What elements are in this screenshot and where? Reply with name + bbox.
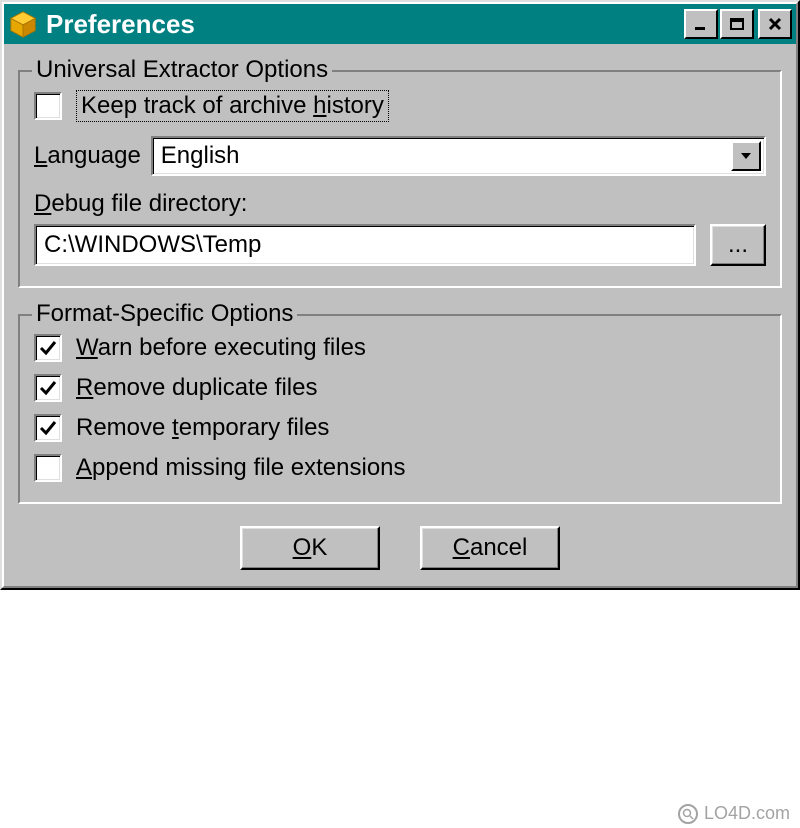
- label-remove-dup[interactable]: Remove duplicate files: [76, 374, 317, 402]
- checkbox-warn[interactable]: [34, 334, 62, 362]
- minimize-button[interactable]: [684, 9, 718, 39]
- checkbox-remove-dup[interactable]: [34, 374, 62, 402]
- preferences-window: Preferences Universal Extractor Options: [0, 0, 800, 590]
- group-universal-extractor: Universal Extractor Options Keep track o…: [18, 70, 782, 288]
- input-debug-dir[interactable]: C:\WINDOWS\Temp: [34, 224, 696, 266]
- window-title: Preferences: [46, 9, 682, 40]
- app-box-icon: [8, 9, 38, 39]
- row-remove-dup: Remove duplicate files: [34, 374, 766, 402]
- row-debug-dir: C:\WINDOWS\Temp ...: [34, 224, 766, 266]
- dialog-content: Universal Extractor Options Keep track o…: [4, 44, 796, 586]
- group-universal-legend: Universal Extractor Options: [32, 56, 332, 84]
- select-language-value: English: [161, 142, 240, 170]
- group-format-specific: Format-Specific Options Warn before exec…: [18, 314, 782, 504]
- row-remove-temp: Remove temporary files: [34, 414, 766, 442]
- titlebar: Preferences: [4, 4, 796, 44]
- label-keep-history[interactable]: Keep track of archive history: [76, 90, 389, 122]
- row-keep-history: Keep track of archive history: [34, 90, 766, 122]
- checkbox-append-ext[interactable]: [34, 454, 62, 482]
- watermark: LO4D.com: [678, 803, 790, 824]
- label-warn[interactable]: Warn before executing files: [76, 334, 366, 362]
- row-language: Language English: [34, 136, 766, 176]
- label-remove-temp[interactable]: Remove temporary files: [76, 414, 329, 442]
- row-debug-dir-label: Debug file directory:: [34, 190, 766, 218]
- browse-button[interactable]: ...: [710, 224, 766, 266]
- titlebar-buttons: [682, 9, 792, 39]
- close-button[interactable]: [758, 9, 792, 39]
- row-warn: Warn before executing files: [34, 334, 766, 362]
- row-append-ext: Append missing file extensions: [34, 454, 766, 482]
- checkbox-remove-temp[interactable]: [34, 414, 62, 442]
- magnifier-icon: [678, 804, 698, 824]
- ok-button[interactable]: OK: [240, 526, 380, 570]
- checkbox-keep-history[interactable]: [34, 92, 62, 120]
- watermark-text: LO4D.com: [704, 803, 790, 824]
- select-language[interactable]: English: [151, 136, 766, 176]
- label-append-ext[interactable]: Append missing file extensions: [76, 454, 406, 482]
- cancel-button[interactable]: Cancel: [420, 526, 560, 570]
- maximize-button[interactable]: [720, 9, 754, 39]
- window-inner: Preferences Universal Extractor Options: [2, 2, 798, 588]
- dropdown-arrow-icon[interactable]: [731, 141, 761, 171]
- dialog-button-row: OK Cancel: [18, 526, 782, 570]
- group-format-legend: Format-Specific Options: [32, 300, 297, 328]
- label-debug-dir: Debug file directory:: [34, 190, 247, 217]
- label-language: Language: [34, 142, 141, 170]
